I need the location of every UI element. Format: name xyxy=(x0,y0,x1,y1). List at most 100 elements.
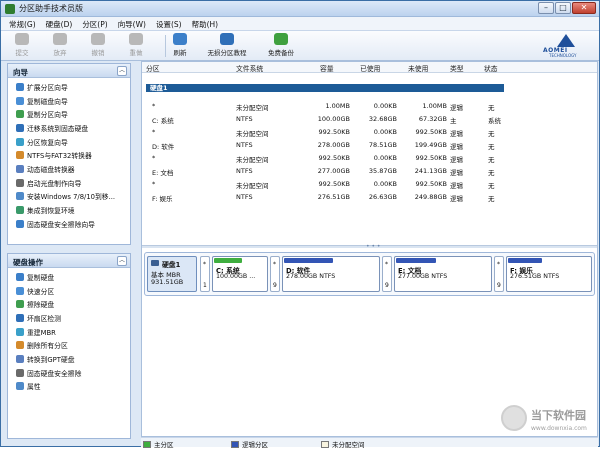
wizard-item[interactable]: NTFS与FAT32转换器 xyxy=(16,148,130,162)
pane-splitter[interactable]: • • • xyxy=(142,243,597,250)
disk-op-item[interactable]: 重建MBR xyxy=(16,325,130,339)
wizard-item-icon xyxy=(16,123,24,132)
disk-op-item-icon xyxy=(16,286,24,295)
cell-unused: 1.00MB xyxy=(422,102,447,110)
table-row[interactable]: * 未分配空间 992.50KB 0.00KB 992.50KB 逻辑无 xyxy=(142,178,597,191)
partition-table: * 未分配空间 1.00MB 0.00KB 1.00MB 逻辑无 C: 系统 NTFS 100.… xyxy=(142,100,597,204)
disk-op-item[interactable]: 擦除硬盘 xyxy=(16,297,130,311)
window-title: 分区助手技术员版 xyxy=(19,4,83,13)
disk-op-item-icon xyxy=(16,272,24,281)
col-partition[interactable]: 分区 xyxy=(146,63,160,73)
menu-disk[interactable]: 硬盘(D) xyxy=(42,17,79,30)
cell-used: 0.00KB xyxy=(373,154,397,162)
wizard-item-label: 集成到恢复环境 xyxy=(27,207,75,216)
col-unused[interactable]: 未使用 xyxy=(408,63,428,73)
col-filesystem[interactable]: 文件系统 xyxy=(236,63,263,73)
disk-op-item[interactable]: 复制硬盘 xyxy=(16,270,130,284)
refresh-icon xyxy=(173,33,187,45)
maximize-button[interactable]: □ xyxy=(555,2,571,14)
wizard-item-icon xyxy=(16,96,24,105)
usage-bar xyxy=(396,258,436,263)
table-row[interactable]: E: 文档 NTFS 277.00GB 35.87GB 241.13GB 逻辑 无 xyxy=(142,165,597,178)
cell-type: 逻辑 xyxy=(450,195,463,203)
check-icon xyxy=(15,33,29,45)
wizard-item[interactable]: 启动光盘制作向导 xyxy=(16,176,130,190)
disk-op-item[interactable]: 转换到GPT硬盘 xyxy=(16,352,130,366)
wizard-item[interactable]: 扩展分区向导 xyxy=(16,80,130,94)
disk-op-item[interactable]: 快速分区 xyxy=(16,284,130,298)
undo-button[interactable]: 撤销 xyxy=(81,33,115,57)
col-status[interactable]: 状态 xyxy=(484,63,498,73)
table-row[interactable]: D: 软件 NTFS 278.00GB 78.51GB 199.49GB 逻辑 无 xyxy=(142,139,597,152)
table-row[interactable]: F: 娱乐 NTFS 276.51GB 26.63GB 249.88GB 逻辑 无 xyxy=(142,191,597,204)
disk-header-bar[interactable] xyxy=(146,84,504,92)
partition-block-c[interactable]: C: 系统 100.00GB ... xyxy=(212,256,268,292)
menu-help[interactable]: 帮助(H) xyxy=(188,17,225,30)
partition-block-e[interactable]: E: 文档 277.00GB NTFS xyxy=(394,256,492,292)
table-row[interactable]: * 未分配空间 992.50KB 0.00KB 992.50KB 逻辑无 xyxy=(142,152,597,165)
col-used[interactable]: 已使用 xyxy=(360,63,380,73)
wizard-item[interactable]: 固态硬盘安全擦除向导 xyxy=(16,217,130,231)
backup-button[interactable]: 免费备份 xyxy=(261,33,301,57)
cell-capacity: 992.50KB xyxy=(318,128,350,136)
title-bar[interactable]: 分区助手技术员版 – □ ✕ xyxy=(1,1,599,17)
cell-partition: E: 文档 xyxy=(152,169,174,177)
apply-button[interactable]: 提交 xyxy=(5,33,39,57)
wizard-item[interactable]: 复制磁盘向导 xyxy=(16,94,130,108)
disk-info-block[interactable]: 硬盘1 基本 MBR 931.51GB xyxy=(147,256,197,292)
unallocated-block[interactable]: * 9 xyxy=(494,256,504,292)
disk-op-item[interactable]: 坏扇区检测 xyxy=(16,311,130,325)
collapse-wizard-icon[interactable]: ︿ xyxy=(117,66,127,76)
disk-op-item[interactable]: 删除所有分区 xyxy=(16,338,130,352)
cell-used: 32.68GB xyxy=(368,115,397,123)
partition-block-d[interactable]: D: 软件 278.00GB NTFS xyxy=(282,256,380,292)
minimize-button[interactable]: – xyxy=(538,2,554,14)
collapse-disk-ops-icon[interactable]: ︿ xyxy=(117,256,127,266)
legend-swatch xyxy=(321,440,329,448)
menu-partition[interactable]: 分区(P) xyxy=(78,17,113,30)
menu-wizard[interactable]: 向导(W) xyxy=(114,17,152,30)
menu-general[interactable]: 常规(G) xyxy=(5,17,42,30)
wizard-item[interactable]: 动态磁盘转换器 xyxy=(16,162,130,176)
cell-used: 0.00KB xyxy=(373,102,397,110)
wizard-item[interactable]: 分区恢复向导 xyxy=(16,135,130,149)
cell-fs: NTFS xyxy=(236,167,253,175)
unallocated-block[interactable]: * 1 xyxy=(200,256,210,292)
disk-ops-panel: 硬盘操作 ︿ 复制硬盘 快速分区 擦除硬盘 坏扇区检测 重建MBR 删除所有分区 转换到GP… xyxy=(7,253,131,439)
tutorial-button[interactable]: 无损分区教程 xyxy=(205,33,249,57)
unallocated-block[interactable]: * 9 xyxy=(270,256,280,292)
disk-op-item[interactable]: 固态硬盘安全擦除 xyxy=(16,366,130,380)
table-row[interactable]: C: 系统 NTFS 100.00GB 32.68GB 67.32GB 主 系统 xyxy=(142,113,597,126)
cell-partition: * xyxy=(152,154,156,162)
wizard-item-label: 启动光盘制作向导 xyxy=(27,179,82,188)
disk-op-item[interactable]: 属性 xyxy=(16,380,130,394)
partition-block-f[interactable]: F: 娱乐 276.51GB NTFS xyxy=(506,256,592,292)
wizard-panel-title: 向导 xyxy=(13,68,28,77)
unallocated-block[interactable]: * 9 xyxy=(382,256,392,292)
col-capacity[interactable]: 容量 xyxy=(320,63,334,73)
wizard-item[interactable]: 迁移系统到固态硬盘 xyxy=(16,121,130,135)
wizard-item[interactable]: 集成到恢复环境 xyxy=(16,203,130,217)
wizard-item[interactable]: 复制分区向导 xyxy=(16,107,130,121)
table-row[interactable]: * 未分配空间 1.00MB 0.00KB 1.00MB 逻辑无 xyxy=(142,100,597,113)
cell-used: 26.63GB xyxy=(368,193,397,201)
tutorial-icon xyxy=(220,33,234,45)
table-header: 分区 文件系统 容量 已使用 未使用 类型 状态 xyxy=(142,62,597,73)
table-row[interactable]: * 未分配空间 992.50KB 0.00KB 992.50KB 逻辑无 xyxy=(142,126,597,139)
main-pane: 分区 文件系统 容量 已使用 未使用 类型 状态 硬盘1 * 未分配空间 1.00M… xyxy=(141,61,598,437)
disk-op-item-label: 复制硬盘 xyxy=(27,273,55,282)
app-icon xyxy=(5,4,15,14)
cell-status: 无 xyxy=(488,104,495,112)
redo-icon xyxy=(129,33,143,45)
cell-used: 78.51GB xyxy=(368,141,397,149)
wizard-item[interactable]: 安装Windows 7/8/10到移... xyxy=(16,190,130,204)
cell-capacity: 1.00MB xyxy=(325,102,350,110)
refresh-button[interactable]: 刷新 xyxy=(163,33,197,57)
cell-status: 无 xyxy=(488,195,495,203)
app-window: 分区助手技术员版 – □ ✕ 常规(G) 硬盘(D) 分区(P) 向导(W) 设… xyxy=(0,0,600,449)
col-type[interactable]: 类型 xyxy=(450,63,464,73)
redo-button[interactable]: 重做 xyxy=(119,33,153,57)
discard-button[interactable]: 放弃 xyxy=(43,33,77,57)
menu-settings[interactable]: 设置(S) xyxy=(152,17,188,30)
close-button[interactable]: ✕ xyxy=(572,2,596,14)
